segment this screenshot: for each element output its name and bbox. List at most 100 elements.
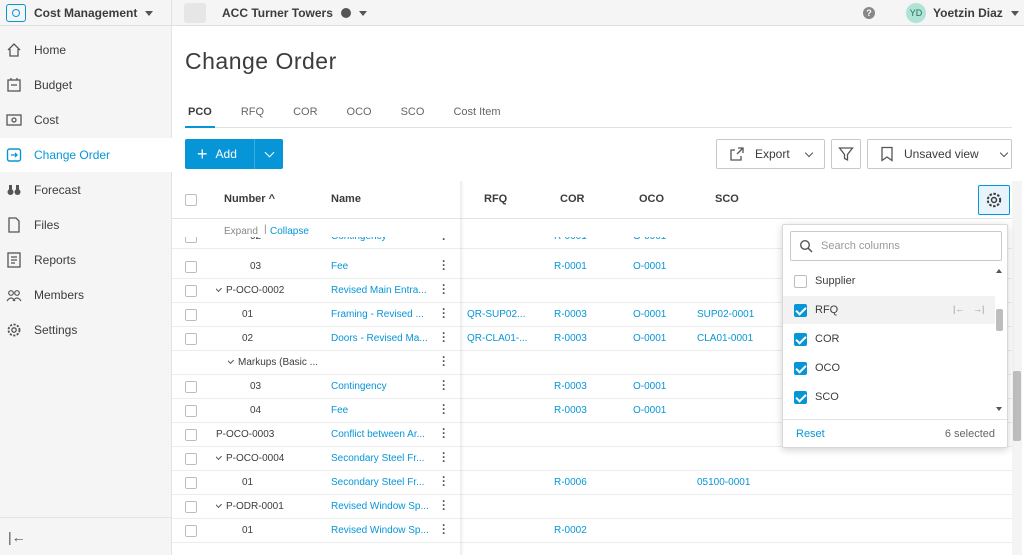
view-selector[interactable]: Unsaved view bbox=[867, 139, 1012, 169]
row-checkbox[interactable] bbox=[185, 237, 197, 243]
column-header-rfq[interactable]: RFQ bbox=[484, 193, 507, 205]
column-settings-button[interactable] bbox=[978, 185, 1010, 215]
row-menu-icon[interactable]: ··· bbox=[442, 279, 446, 299]
cell-oco[interactable]: O-0001 bbox=[633, 405, 666, 416]
cell-oco[interactable]: O-0001 bbox=[633, 333, 666, 344]
cell-cor[interactable]: R-0003 bbox=[554, 309, 587, 320]
tab-cost-item[interactable]: Cost Item bbox=[450, 104, 503, 128]
cell-name[interactable]: Fee bbox=[331, 261, 348, 272]
search-columns-input[interactable] bbox=[821, 240, 991, 252]
row-checkbox[interactable] bbox=[185, 429, 197, 441]
column-header-number[interactable]: Number ^ bbox=[224, 193, 275, 205]
table-row[interactable]: P-ODR-0001 Revised Window Sp... · · · bbox=[172, 495, 1012, 519]
row-checkbox[interactable] bbox=[185, 501, 197, 513]
column-option-supplier[interactable]: Supplier bbox=[783, 267, 995, 295]
cell-name[interactable]: Secondary Steel Fr... bbox=[331, 477, 424, 488]
sidebar-item-reports[interactable]: Reports bbox=[0, 243, 172, 277]
row-menu-icon[interactable]: ··· bbox=[442, 351, 446, 371]
column-option-oco[interactable]: OCO bbox=[783, 354, 995, 382]
expand-toggle-icon[interactable] bbox=[228, 357, 235, 365]
add-dropdown-button[interactable] bbox=[255, 139, 283, 169]
column-option-sco[interactable]: SCO bbox=[783, 383, 995, 411]
tab-pco[interactable]: PCO bbox=[185, 104, 215, 128]
sidebar-item-budget[interactable]: Budget bbox=[0, 68, 172, 102]
tab-rfq[interactable]: RFQ bbox=[238, 104, 267, 128]
reset-button[interactable]: Reset bbox=[796, 428, 825, 440]
row-checkbox[interactable] bbox=[185, 285, 197, 297]
project-switcher[interactable]: ACC Turner Towers bbox=[184, 0, 367, 26]
cell-oco[interactable]: O-0001 bbox=[633, 237, 666, 242]
cell-name[interactable]: Fee bbox=[331, 405, 348, 416]
scrollbar-thumb[interactable] bbox=[1013, 371, 1021, 441]
export-button[interactable]: Export bbox=[716, 139, 825, 169]
column-checkbox[interactable] bbox=[794, 332, 807, 346]
cell-oco[interactable]: O-0001 bbox=[633, 309, 666, 320]
row-menu-icon[interactable]: ··· bbox=[442, 237, 446, 245]
row-menu-icon[interactable]: ··· bbox=[442, 423, 446, 443]
cell-cor[interactable]: R-0003 bbox=[554, 381, 587, 392]
select-all-checkbox[interactable] bbox=[185, 194, 197, 206]
cell-cor[interactable]: R-0001 bbox=[554, 261, 587, 272]
cell-cor[interactable]: R-0001 bbox=[554, 237, 587, 242]
module-switcher[interactable]: Cost Management bbox=[0, 0, 172, 26]
expand-toggle-icon[interactable] bbox=[216, 453, 223, 461]
scrollbar-thumb[interactable] bbox=[996, 309, 1003, 331]
row-menu-icon[interactable]: ··· bbox=[442, 375, 446, 395]
table-row[interactable]: P-OCO-0004 Secondary Steel Fr... · · · bbox=[172, 447, 1012, 471]
cell-oco[interactable]: O-0001 bbox=[633, 261, 666, 272]
row-checkbox[interactable] bbox=[185, 525, 197, 537]
filter-button[interactable] bbox=[831, 139, 861, 169]
tab-sco[interactable]: SCO bbox=[398, 104, 428, 128]
pin-left-icon[interactable]: |← bbox=[953, 304, 964, 314]
table-row[interactable]: 01 Revised Window Sp... R-0002 · · · bbox=[172, 519, 1012, 543]
row-checkbox[interactable] bbox=[185, 333, 197, 345]
column-option-cor[interactable]: COR bbox=[783, 325, 995, 353]
expand-link[interactable]: Expand bbox=[224, 226, 258, 237]
row-checkbox[interactable] bbox=[185, 405, 197, 417]
cell-cor[interactable]: R-0003 bbox=[554, 405, 587, 416]
cell-name[interactable]: Contingency bbox=[331, 237, 387, 242]
cell-name[interactable]: Conflict between Ar... bbox=[331, 429, 425, 440]
help-icon[interactable]: ? bbox=[863, 7, 875, 19]
column-checkbox[interactable] bbox=[794, 274, 807, 288]
add-button[interactable]: + Add bbox=[185, 139, 255, 169]
cell-name[interactable]: Secondary Steel Fr... bbox=[331, 453, 424, 464]
row-menu-icon[interactable]: ··· bbox=[442, 471, 446, 491]
row-checkbox[interactable] bbox=[185, 261, 197, 273]
sidebar-item-cost[interactable]: Cost bbox=[0, 103, 172, 137]
cell-name[interactable]: Revised Window Sp... bbox=[331, 525, 429, 536]
cell-name[interactable]: Doors - Revised Ma... bbox=[331, 333, 428, 344]
cell-oco[interactable]: O-0001 bbox=[633, 381, 666, 392]
cell-name[interactable]: Contingency bbox=[331, 381, 387, 392]
sidebar-item-forecast[interactable]: Forecast bbox=[0, 173, 172, 207]
tab-oco[interactable]: OCO bbox=[344, 104, 375, 128]
column-header-oco[interactable]: OCO bbox=[639, 193, 664, 205]
column-checkbox[interactable] bbox=[794, 390, 807, 404]
scroll-down-icon[interactable] bbox=[996, 407, 1002, 411]
cell-sco[interactable]: SUP02-0001 bbox=[697, 309, 754, 320]
cell-sco[interactable]: CLA01-0001 bbox=[697, 333, 753, 344]
collapse-sidebar-icon[interactable]: |← bbox=[8, 529, 26, 545]
cell-cor[interactable]: R-0006 bbox=[554, 477, 587, 488]
column-header-sco[interactable]: SCO bbox=[715, 193, 739, 205]
row-checkbox[interactable] bbox=[185, 309, 197, 321]
row-menu-icon[interactable]: ··· bbox=[442, 447, 446, 467]
cell-rfq[interactable]: QR-CLA01-... bbox=[467, 333, 527, 344]
row-menu-icon[interactable]: ··· bbox=[442, 399, 446, 419]
tab-cor[interactable]: COR bbox=[290, 104, 320, 128]
expand-toggle-icon[interactable] bbox=[216, 501, 223, 509]
row-menu-icon[interactable]: ··· bbox=[442, 495, 446, 515]
row-menu-icon[interactable]: ··· bbox=[442, 255, 446, 275]
cell-name[interactable]: Revised Main Entra... bbox=[331, 285, 427, 296]
column-header-cor[interactable]: COR bbox=[560, 193, 584, 205]
scroll-up-icon[interactable] bbox=[996, 269, 1002, 273]
column-header-name[interactable]: Name bbox=[331, 193, 361, 205]
cell-cor[interactable]: R-0002 bbox=[554, 525, 587, 536]
column-checkbox[interactable] bbox=[794, 303, 807, 317]
sidebar-item-change-order[interactable]: Change Order bbox=[0, 138, 172, 172]
row-checkbox[interactable] bbox=[185, 453, 197, 465]
cell-name[interactable]: Revised Window Sp... bbox=[331, 501, 429, 512]
panel-scrollbar[interactable] bbox=[995, 269, 1003, 417]
table-scrollbar[interactable] bbox=[1012, 181, 1022, 555]
sidebar-item-settings[interactable]: Settings bbox=[0, 313, 172, 347]
